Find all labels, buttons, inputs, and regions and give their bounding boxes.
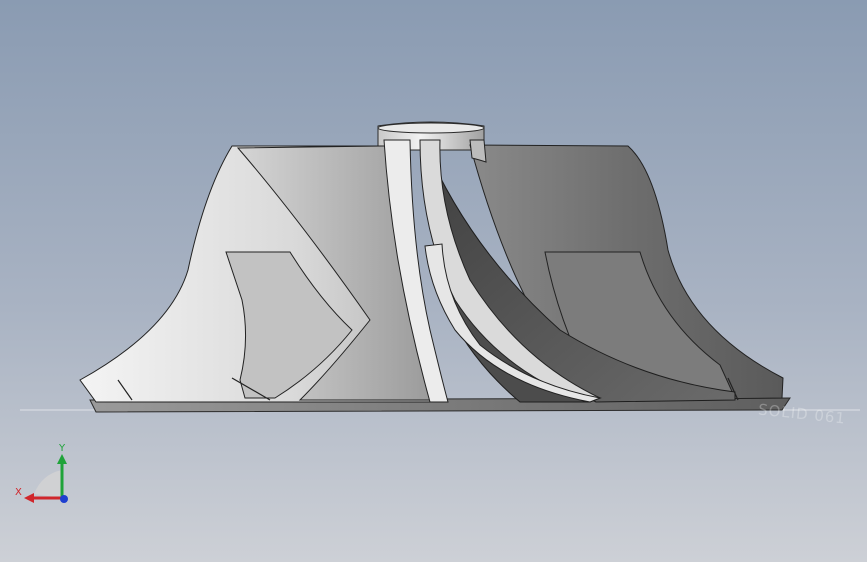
hub-top-face xyxy=(377,122,485,134)
y-axis-head xyxy=(57,454,67,464)
z-axis-dot xyxy=(60,495,68,503)
orientation-triad[interactable]: Y X xyxy=(12,440,82,510)
graphics-viewport[interactable]: SOLID 061 Y X xyxy=(0,0,867,562)
x-axis-head xyxy=(24,493,34,503)
impeller-model[interactable] xyxy=(0,0,867,562)
x-axis-label: X xyxy=(15,487,22,498)
y-axis-label: Y xyxy=(58,443,66,454)
triad-plane xyxy=(34,470,62,498)
